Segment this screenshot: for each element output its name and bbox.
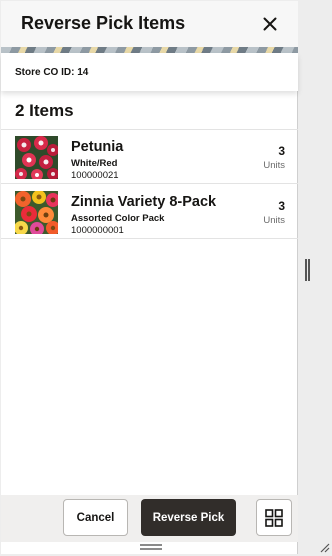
item-name: Zinnia Variety 8-Pack — [71, 194, 217, 210]
bottom-drag-handle[interactable] — [140, 544, 162, 550]
divider — [1, 129, 298, 130]
item-quantity: 3 — [278, 199, 285, 213]
item-unit: Units — [263, 160, 285, 171]
zinnia-flowers-image — [15, 191, 58, 234]
side-drag-handle[interactable] — [305, 259, 310, 281]
list-item[interactable]: Petunia White/Red 100000021 3 Units — [1, 131, 298, 184]
item-unit: Units — [263, 215, 285, 226]
list-item[interactable]: Zinnia Variety 8-Pack Assorted Color Pac… — [1, 186, 298, 239]
store-co-id: Store CO ID: 14 — [15, 67, 89, 78]
grid-button[interactable] — [256, 499, 292, 536]
item-variant: Assorted Color Pack — [71, 213, 165, 224]
grid-icon — [265, 508, 283, 527]
action-footer: Cancel Reverse Pick — [1, 495, 298, 542]
reverse-pick-button[interactable]: Reverse Pick — [141, 499, 236, 536]
device-frame: Reverse Pick Items Store CO ID: 14 2 Ite… — [0, 0, 332, 556]
reverse-pick-panel: Reverse Pick Items Store CO ID: 14 2 Ite… — [1, 1, 298, 554]
resize-handle-icon[interactable] — [318, 540, 330, 553]
close-icon — [263, 17, 277, 31]
item-sku: 100000021 — [71, 170, 119, 181]
item-variant: White/Red — [71, 158, 118, 169]
cancel-button[interactable]: Cancel — [63, 499, 128, 536]
page-title: Reverse Pick Items — [21, 13, 186, 33]
item-quantity: 3 — [278, 144, 285, 158]
store-card: Store CO ID: 14 — [1, 53, 298, 91]
items-count: 2 Items — [15, 101, 74, 120]
item-name: Petunia — [71, 139, 124, 155]
petunia-flower-image — [15, 136, 58, 179]
close-button[interactable] — [259, 13, 281, 35]
panel-header: Reverse Pick Items — [1, 1, 298, 47]
item-sku: 1000000001 — [71, 225, 124, 236]
